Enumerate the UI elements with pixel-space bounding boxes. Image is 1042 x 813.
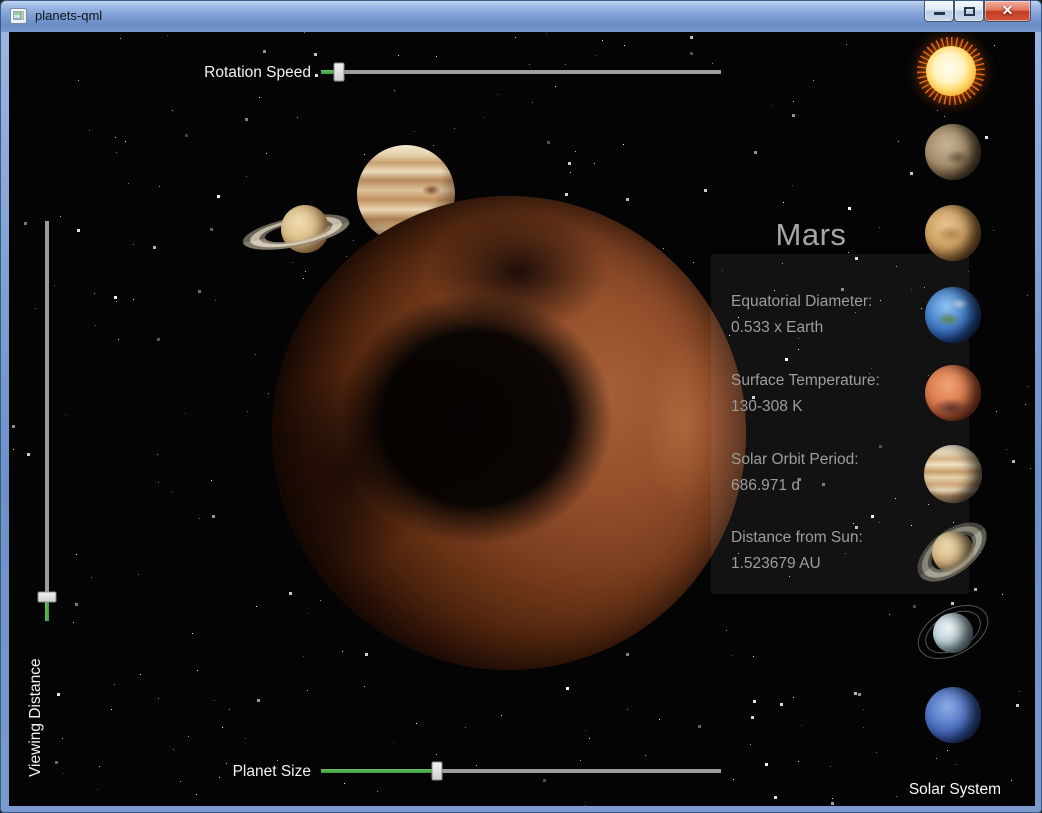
rotation-speed-label: Rotation Speed	[199, 64, 311, 82]
planet-size-label: Planet Size	[199, 763, 311, 781]
maximize-button[interactable]	[954, 1, 984, 22]
neptune-icon	[925, 687, 981, 743]
planet-item-neptune[interactable]	[923, 685, 983, 745]
minimize-icon	[934, 12, 945, 15]
viewing-distance-handle[interactable]	[38, 592, 57, 603]
planet-size-slider[interactable]	[321, 769, 721, 773]
maximize-icon	[964, 7, 975, 16]
earth-icon	[925, 287, 981, 343]
planet-item-jupiter[interactable]	[923, 444, 983, 504]
viewing-distance-slider[interactable]	[45, 221, 49, 621]
venus-icon	[925, 205, 981, 261]
mars-planet	[272, 196, 746, 670]
planet-item-venus[interactable]	[923, 203, 983, 263]
mars-icon	[925, 365, 981, 421]
planet-item-earth[interactable]	[923, 285, 983, 345]
uranus-icon	[933, 613, 973, 653]
mercury-icon	[925, 124, 981, 180]
app-icon	[10, 8, 27, 24]
window-title: planets-qml	[35, 8, 102, 23]
rotation-speed-slider[interactable]	[321, 70, 721, 74]
selected-planet-title: Mars	[721, 217, 901, 253]
planet-item-mercury[interactable]	[923, 122, 983, 182]
footer-label: Solar System	[909, 781, 1001, 799]
scene-viewport[interactable]: Mars Equatorial Diameter: 0.533 x Earth …	[9, 32, 1035, 806]
rotation-speed-handle[interactable]	[334, 63, 345, 82]
app-window: planets-qml ✕ Mars Equatorial Diameter: …	[0, 0, 1042, 813]
jupiter-icon	[924, 445, 982, 503]
planet-size-fill	[321, 769, 437, 773]
planet-item-sun[interactable]	[923, 43, 983, 103]
sun-icon	[926, 46, 976, 96]
planet-size-handle[interactable]	[432, 762, 443, 781]
close-button[interactable]: ✕	[984, 1, 1031, 22]
viewing-distance-label: Viewing Distance	[27, 627, 45, 777]
planet-item-uranus[interactable]	[923, 603, 983, 663]
planet-item-saturn[interactable]	[923, 523, 983, 583]
close-icon: ✕	[985, 2, 1030, 19]
planet-item-mars[interactable]	[923, 363, 983, 423]
minimize-button[interactable]	[924, 1, 954, 22]
titlebar[interactable]: planets-qml ✕	[1, 1, 1041, 32]
